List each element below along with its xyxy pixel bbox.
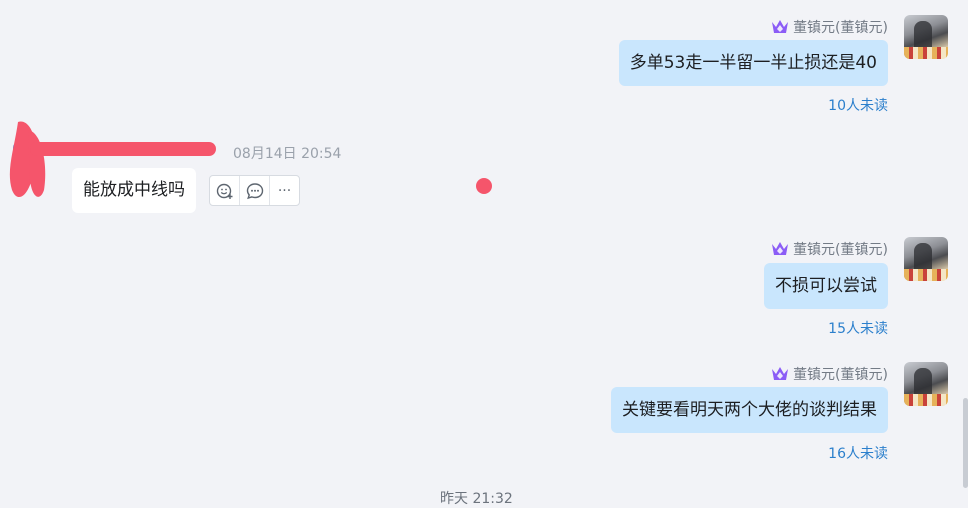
message-time: 08月14日 20:54 [233,146,342,162]
unread-count[interactable]: 10人未读 [828,95,888,115]
avatar[interactable] [904,362,948,406]
emoji-add-icon [216,183,232,199]
message-bubble[interactable]: 不损可以尝试 [764,263,888,309]
crown-icon [772,20,789,33]
unread-count[interactable]: 16人未读 [828,443,888,463]
message-bubble-incoming[interactable]: 能放成中线吗 [72,168,196,213]
message-actions: ··· [209,175,300,206]
crown-icon [772,242,789,255]
more-icon: ··· [277,182,292,199]
red-dot-marker [476,178,492,194]
more-button[interactable]: ··· [270,176,299,205]
message-bubble[interactable]: 多单53走一半留一半止损还是40 [618,40,888,86]
sender-line: 董镇元(董镇元) [771,16,888,38]
unread-count[interactable]: 15人未读 [828,318,888,338]
scrollbar[interactable] [963,398,968,488]
reply-button[interactable] [240,176,270,205]
sender-line: 董镇元(董镇元) [771,238,888,260]
message-bubble[interactable]: 关键要看明天两个大佬的谈判结果 [611,387,888,433]
sender-name[interactable]: 董镇元(董镇元) [793,239,888,259]
crown-icon [772,367,789,380]
reply-icon [246,182,263,199]
sender-line: 董镇元(董镇元) [771,363,888,385]
avatar[interactable] [904,237,948,281]
avatar[interactable] [904,15,948,59]
emoji-add-button[interactable] [210,176,240,205]
date-divider: 昨天 21:32 [440,491,513,507]
sender-name[interactable]: 董镇元(董镇元) [793,17,888,37]
sender-name[interactable]: 董镇元(董镇元) [793,364,888,384]
